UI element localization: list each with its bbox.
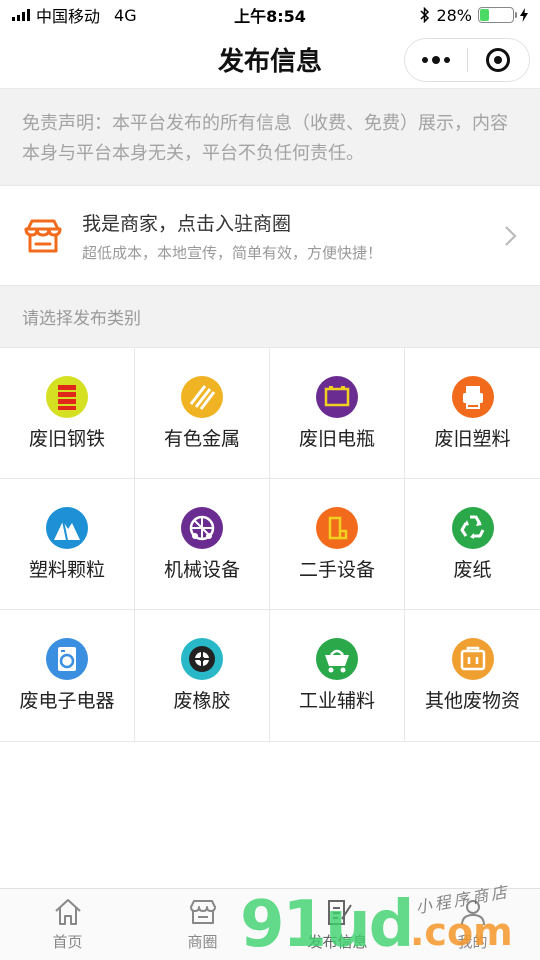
category-steel[interactable]: 废旧钢铁 <box>0 348 135 479</box>
category-label: 其他废物资 <box>424 690 520 712</box>
category-plastic[interactable]: 废旧塑料 <box>405 348 540 479</box>
edit-icon <box>327 900 352 925</box>
category-box[interactable]: 其他废物资 <box>405 610 540 741</box>
category-label: 机械设备 <box>163 558 240 581</box>
metal-icon <box>181 375 223 418</box>
steel-icon <box>46 375 88 418</box>
washer-icon <box>46 638 88 680</box>
disclaimer: 免责声明：本平台发布的所有信息（收费、免费）展示，内容本身与平台本身无关，平台不… <box>0 88 540 186</box>
battery-fill <box>480 9 489 21</box>
category-recycle[interactable]: 废纸 <box>405 479 540 610</box>
merchant-text: 我是商家，点击入驻商圈 超低成本，本地宣传，简单有效，方便快捷！ <box>82 209 504 263</box>
tab-label: 首页 <box>52 933 83 951</box>
category-tire[interactable]: 废橡胶 <box>135 610 270 741</box>
category-label: 废纸 <box>453 558 492 581</box>
category-label: 塑料颗粒 <box>28 558 105 581</box>
category-battery[interactable]: 废旧电瓶 <box>270 348 405 479</box>
more-button[interactable] <box>405 39 467 81</box>
shop-icon <box>24 219 62 252</box>
dot-icon <box>421 57 428 63</box>
tab-home[interactable]: 首页 <box>0 889 135 960</box>
recycle-icon <box>451 506 494 549</box>
secondhand-icon <box>316 506 358 549</box>
store-icon <box>189 900 216 924</box>
battery-icon <box>316 375 358 418</box>
category-label: 废橡胶 <box>173 690 231 712</box>
category-label: 二手设备 <box>298 558 375 581</box>
plastic-icon <box>451 375 494 418</box>
dot-icon <box>431 56 440 64</box>
close-miniprogram-button[interactable] <box>468 39 530 81</box>
tab-label: 发布信息 <box>307 933 368 951</box>
status-right: 28% <box>420 6 528 25</box>
status-left: 中国移动 4G <box>12 3 137 27</box>
category-secondhand[interactable]: 二手设备 <box>270 479 405 610</box>
status-bar: 中国移动 4G 上午8:54 28% <box>0 0 540 30</box>
category-cart[interactable]: 工业辅料 <box>270 610 405 741</box>
battery-icon <box>478 7 517 23</box>
home-icon <box>54 899 81 925</box>
machine-icon <box>181 506 223 549</box>
section-label: 请选择发布类别 <box>0 286 540 348</box>
user-icon <box>460 900 485 926</box>
category-grid: 废旧钢铁 有色金属 废旧电瓶 废旧塑料塑料颗粒 机械设备 二手设备 废纸废电子电器 废橡胶 工业… <box>0 348 540 742</box>
carrier-name: 中国移动 <box>36 7 101 26</box>
dot-icon <box>443 57 450 63</box>
box-icon <box>451 638 494 680</box>
category-washer[interactable]: 废电子电器 <box>0 610 135 741</box>
chevron-right-icon <box>505 225 517 246</box>
tab-label: 商圈 <box>187 933 218 951</box>
tab-store[interactable]: 商圈 <box>135 889 270 960</box>
category-machine[interactable]: 机械设备 <box>135 479 270 610</box>
bluetooth-icon <box>420 7 430 23</box>
category-metal[interactable]: 有色金属 <box>135 348 270 479</box>
target-icon <box>486 48 511 72</box>
category-label: 废旧塑料 <box>434 427 511 450</box>
category-label: 工业辅料 <box>298 690 375 712</box>
miniprogram-capsule <box>404 38 530 82</box>
tab-mine[interactable]: 我的 <box>405 889 540 960</box>
tab-publish[interactable]: 发布信息 <box>270 889 405 960</box>
category-label: 废旧钢铁 <box>28 427 105 450</box>
category-label: 废电子电器 <box>19 690 115 712</box>
cart-icon <box>316 638 358 680</box>
category-label: 有色金属 <box>163 427 240 450</box>
category-label: 废旧电瓶 <box>298 427 375 450</box>
merchant-title: 我是商家，点击入驻商圈 <box>82 212 292 235</box>
charging-icon <box>520 8 528 22</box>
page-title: 发布信息 <box>217 46 322 77</box>
network-type: 4G <box>114 5 137 25</box>
nav-bar: 发布信息 <box>0 30 540 88</box>
tire-icon <box>181 638 223 680</box>
merchant-subtitle: 超低成本，本地宣传，简单有效，方便快捷！ <box>82 243 383 262</box>
category-pellet[interactable]: 塑料颗粒 <box>0 479 135 610</box>
tab-label: 我的 <box>457 933 488 951</box>
tab-bar: 首页 商圈 发布信息 我的 <box>0 888 540 960</box>
merchant-join-banner[interactable]: 我是商家，点击入驻商圈 超低成本，本地宣传，简单有效，方便快捷！ <box>0 186 540 286</box>
battery-percent: 28% <box>436 5 472 25</box>
pellet-icon <box>46 506 88 549</box>
signal-icon <box>12 9 30 21</box>
